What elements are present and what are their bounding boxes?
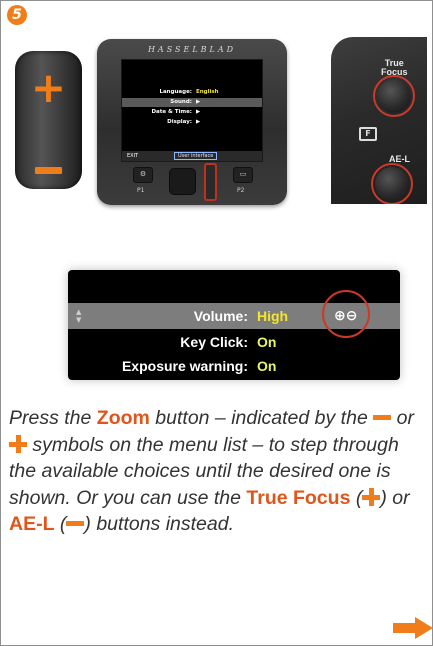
camera-joystick <box>169 168 196 195</box>
true-focus-highlight-ring <box>373 75 415 117</box>
focus-mode-icon: F <box>359 127 377 141</box>
next-arrow-icon[interactable] <box>393 617 433 639</box>
menu-row: Exposure warning: On <box>68 353 400 379</box>
lcd-row-label: Date & Time: <box>151 109 192 115</box>
minus-symbol-icon <box>373 408 392 426</box>
lcd-row-value: English <box>196 89 219 95</box>
minus-symbol-icon <box>66 514 85 532</box>
lcd-row-selected: Sound: ▶ <box>122 98 262 107</box>
instruction-text-part: Press the <box>9 407 97 429</box>
step-number-badge: 5 <box>7 5 27 25</box>
lcd-row-value: ▶ <box>196 99 201 105</box>
instruction-text-part: ( <box>350 486 363 509</box>
lcd-exit-label: EXIT <box>127 153 139 159</box>
plus-symbol-icon <box>9 434 27 453</box>
ael-highlight-ring <box>371 163 413 204</box>
camera-button-left-label: P1 <box>137 187 145 194</box>
lcd-tab-user-interface: User interface <box>174 152 218 160</box>
zoom-plus-icon: + <box>30 63 67 112</box>
menu-row-label: Volume: <box>193 308 248 324</box>
camera-brand: HASSELBLAD <box>147 45 237 54</box>
menu-closeup: ▲ ▼ Volume: High ⊕⊖ Key Click: On Exposur… <box>68 270 400 380</box>
zoom-term: Zoom <box>96 407 150 429</box>
menu-row-value: High <box>257 308 289 324</box>
lcd-row-value: ▶ <box>196 109 201 115</box>
instruction-text-part: ) buttons instead. <box>84 513 235 536</box>
instruction-text-part: or <box>391 407 414 429</box>
gear-icon: ⚙ <box>139 170 147 178</box>
rectangle-icon: ▭ <box>239 170 247 178</box>
camera-lcd-screen: Language: English Sound: ▶ Date & Time: … <box>121 59 263 162</box>
camera-button-right-label: P2 <box>237 187 245 194</box>
camera-zoom-key-highlight <box>204 163 217 201</box>
menu-row-label: Exposure warning: <box>121 358 248 374</box>
lcd-row: Date & Time: ▶ <box>122 108 262 117</box>
menu-row-value: On <box>257 358 277 374</box>
menu-row-selected: ▲ ▼ Volume: High ⊕⊖ <box>68 290 400 338</box>
menu-row-label: Key Click: <box>180 334 248 350</box>
lcd-row: Language: English <box>122 88 262 97</box>
camera-back-image: HASSELBLAD Language: English Sound: ▶ Da… <box>97 39 287 205</box>
menu-row-value: On <box>257 334 277 350</box>
true-focus-term: True Focus <box>246 486 351 509</box>
lcd-bottom-bar: EXIT User interface <box>122 151 262 161</box>
instruction-text-part: ) or <box>380 486 410 509</box>
ael-term: AE-L <box>9 513 55 536</box>
lcd-row-label: Display: <box>167 119 192 125</box>
page-frame: 5 + HASSELBLAD Language: English Sound: … <box>0 0 433 646</box>
lcd-row-label: Language: <box>159 89 192 95</box>
scroll-arrows-icon: ▲ ▼ <box>76 308 82 324</box>
lcd-row-value: ▶ <box>196 119 201 125</box>
camera-button-right: ▭ <box>233 167 253 183</box>
instruction-text-part: ( <box>54 513 67 536</box>
zoom-minus-icon <box>35 167 62 174</box>
camera-button-left: ⚙ <box>133 167 153 183</box>
plus-symbol-icon <box>362 487 381 506</box>
menu-row: Key Click: On <box>68 329 400 355</box>
lcd-row: Display: ▶ <box>122 118 262 127</box>
zoom-rocker-image: + <box>15 51 82 189</box>
lcd-row-label: Sound: <box>170 99 192 105</box>
instruction-text: Press the Zoom button – indicated by the… <box>9 405 429 538</box>
instruction-text-part: button – indicated by the <box>149 407 374 429</box>
camera-grip-image: True Focus F AE-L <box>331 37 427 204</box>
